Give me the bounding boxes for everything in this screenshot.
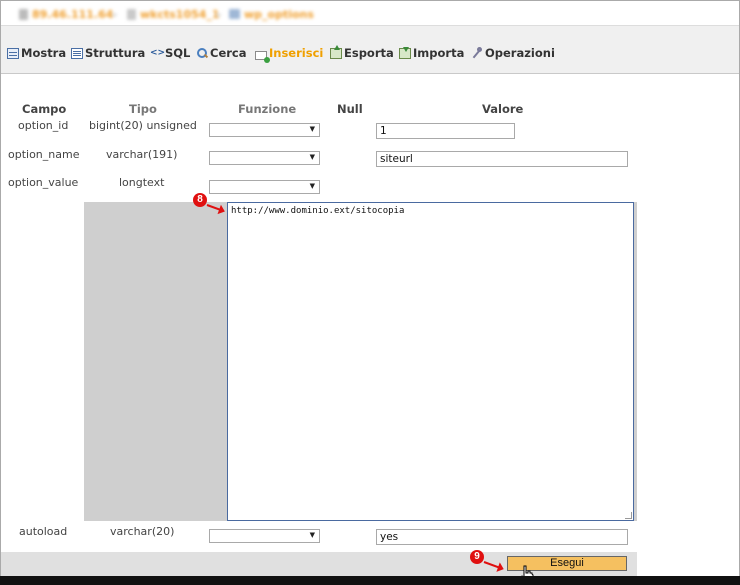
tab-cerca[interactable]: Cerca [197,45,247,61]
function-select-option-name[interactable] [209,151,320,165]
search-icon [197,47,208,59]
header-funzione: Funzione [238,102,297,116]
export-icon [330,44,342,59]
breadcrumb: 89.46.111.64 » wkcts1054_1 » wp_options [1,1,739,26]
structure-icon [71,47,83,59]
tab-inserisci[interactable]: Inserisci [255,45,323,63]
screen-bottom-edge [0,576,740,585]
value-textarea-option-value[interactable]: http://www.dominio.ext/sitocopia [227,202,634,521]
field-name-option-id: option_id [18,119,69,132]
tab-operazioni[interactable]: Operazioni [471,45,555,61]
breadcrumb-server[interactable]: 89.46.111.64 [19,7,113,21]
value-input-autoload[interactable]: yes [376,529,628,545]
tab-bar: Mostra Struttura <> SQL Cerca Inserisci … [1,26,739,74]
database-icon [127,8,136,20]
header-null: Null [337,102,363,116]
field-name-option-value: option_value [8,176,79,189]
phpmyadmin-window: 89.46.111.64 » wkcts1054_1 » wp_options … [0,0,740,577]
value-input-option-name[interactable]: siteurl [376,151,628,167]
function-select-option-id[interactable] [209,123,320,137]
field-type-option-value: longtext [119,176,165,189]
table-icon [229,9,240,19]
header-tipo: Tipo [129,102,157,116]
tab-struttura[interactable]: Struttura [71,45,145,61]
breadcrumb-separator: » [215,7,222,21]
insert-icon [255,50,270,63]
annotation-badge-9: 9 [470,550,484,564]
header-campo: Campo [22,102,67,116]
tab-sql[interactable]: <> SQL [150,45,190,61]
tab-importa[interactable]: Importa [399,45,464,61]
import-icon [399,46,411,59]
annotation-badge-8: 8 [193,193,207,207]
function-select-autoload[interactable] [209,529,320,543]
operations-icon [471,46,483,59]
header-valore: Valore [482,102,524,116]
server-icon [19,8,28,20]
tab-esporta[interactable]: Esporta [330,44,394,61]
value-input-option-id[interactable]: 1 [376,123,515,139]
field-name-autoload: autoload [19,525,68,538]
tab-mostra[interactable]: Mostra [7,45,66,61]
resize-handle[interactable] [625,512,632,519]
field-type-option-id: bigint(20) unsigned [89,119,197,132]
field-type-option-name: varchar(191) [106,148,178,161]
function-select-option-value[interactable] [209,180,320,194]
sql-icon: <> [150,47,166,58]
browse-icon [7,47,19,59]
breadcrumb-separator: » [111,7,118,21]
breadcrumb-database[interactable]: wkcts1054_1 [127,7,220,21]
field-type-autoload: varchar(20) [110,525,175,538]
field-name-option-name: option_name [8,148,80,161]
breadcrumb-table[interactable]: wp_options [229,7,314,21]
